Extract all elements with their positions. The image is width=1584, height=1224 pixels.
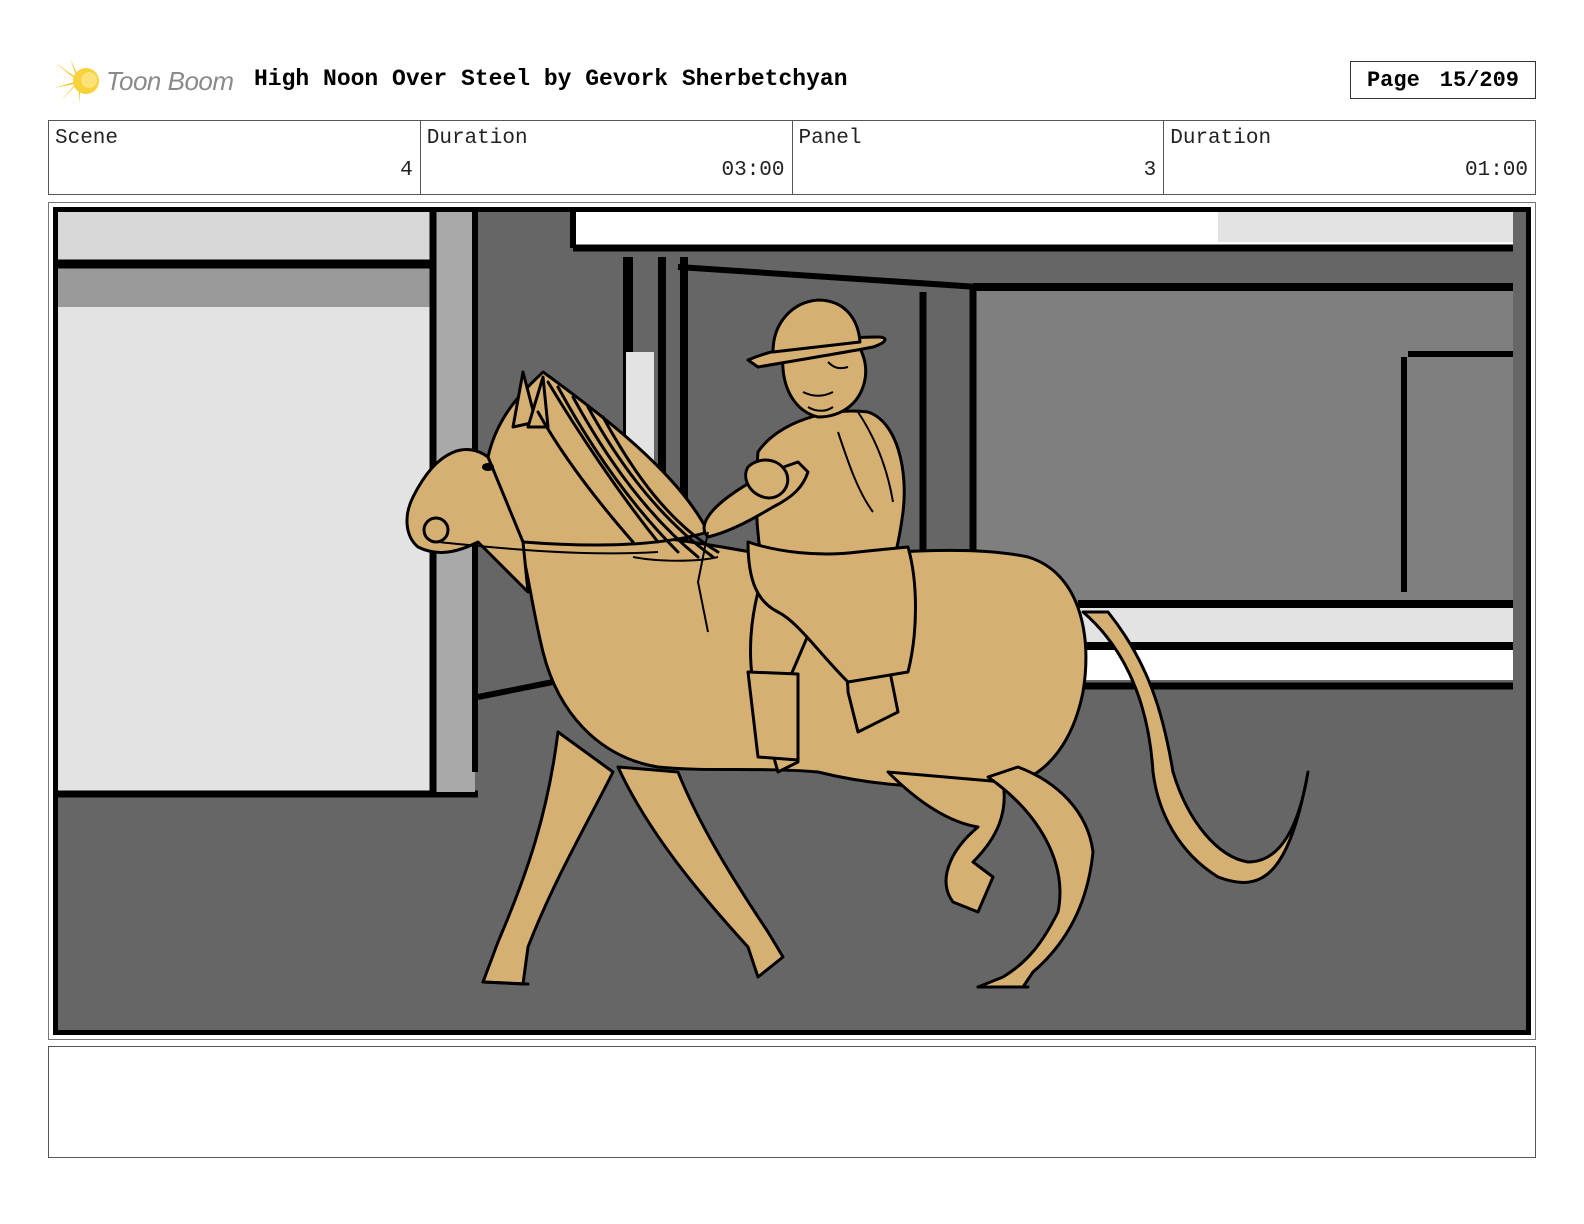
scene-duration-label: Duration bbox=[426, 127, 528, 150]
panel-frame bbox=[48, 202, 1536, 1040]
scene-label: Scene bbox=[55, 127, 119, 150]
storyboard-sketch bbox=[58, 212, 1526, 1030]
right-wall bbox=[973, 287, 1513, 607]
panel-cell: Panel 3 bbox=[793, 121, 1165, 194]
scene-value: 4 bbox=[400, 159, 413, 182]
panel-duration-label: Duration bbox=[1170, 127, 1272, 150]
scene-duration-cell: Duration 03:00 bbox=[421, 121, 793, 194]
panel-value: 3 bbox=[1143, 159, 1157, 182]
scene-cell: Scene 4 bbox=[49, 121, 421, 194]
logo-text: Toon Boom bbox=[106, 66, 234, 96]
panel-notes bbox=[48, 1046, 1536, 1158]
toon-boom-logo: Toon Boom bbox=[52, 56, 252, 106]
page-header: Toon Boom High Noon Over Steel by Gevork… bbox=[50, 52, 1536, 108]
storyboard-title: High Noon Over Steel by Gevork Sherbetch… bbox=[254, 66, 848, 92]
scene-duration-value: 03:00 bbox=[721, 159, 785, 182]
panel-label: Panel bbox=[798, 127, 862, 150]
panel-duration-value: 01:00 bbox=[1464, 159, 1528, 182]
panel-duration-cell: Duration 01:00 bbox=[1164, 121, 1535, 194]
page-label: Page bbox=[1366, 67, 1420, 93]
panel-image bbox=[53, 207, 1531, 1035]
page-number: 15/209 bbox=[1439, 67, 1520, 93]
page-indicator: Page 15/209 bbox=[1350, 61, 1536, 99]
toon-boom-burst-icon bbox=[54, 58, 99, 104]
panel-info-row: Scene 4 Duration 03:00 Panel 3 Duration … bbox=[48, 120, 1536, 195]
